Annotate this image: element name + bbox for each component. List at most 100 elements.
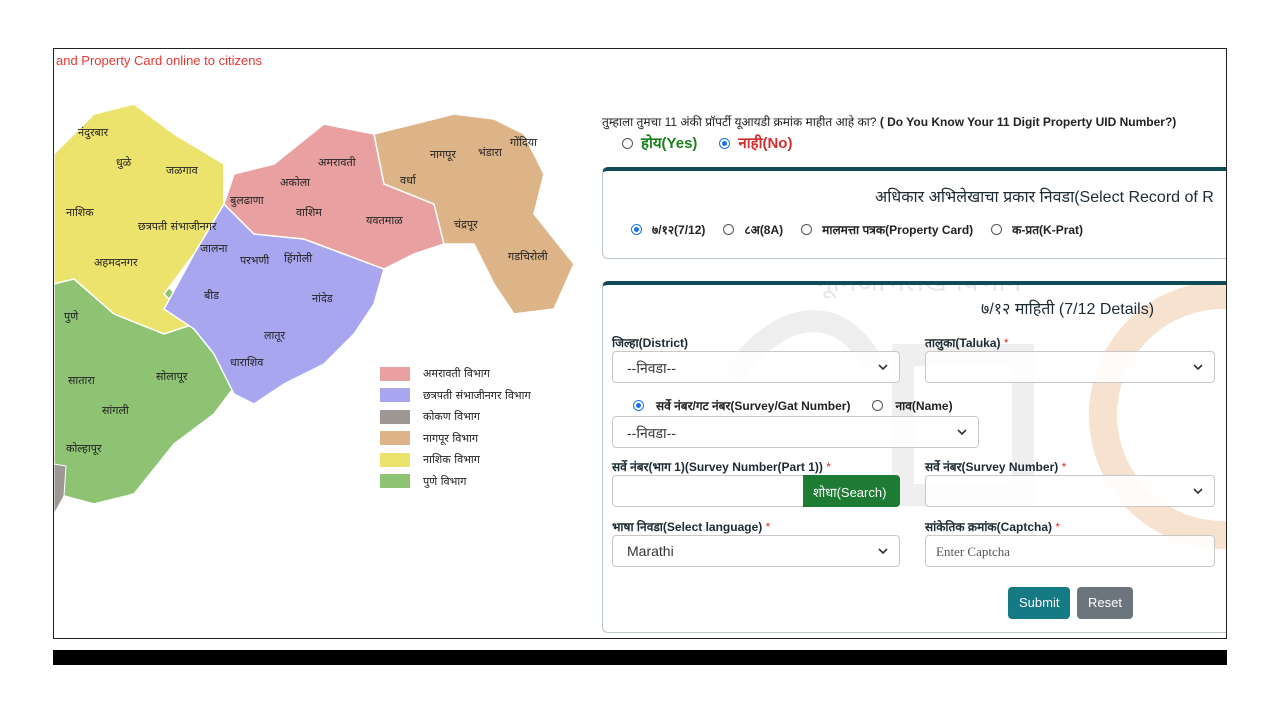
survey-part1-input[interactable]: [612, 475, 804, 507]
village-select[interactable]: --निवडा--: [612, 416, 979, 448]
village-select-value: --निवडा--: [627, 425, 676, 441]
record-option-label[interactable]: क-प्रत(K-Prat): [1012, 221, 1083, 238]
district-label: जळगाव: [166, 164, 199, 177]
legend-swatch: [380, 388, 410, 403]
search-button[interactable]: शोधा(Search): [803, 475, 900, 507]
language-select[interactable]: Marathi: [612, 535, 900, 567]
page-frame: and Property Card online to citizens नंद…: [53, 48, 1227, 639]
district-label: बीड: [204, 289, 219, 302]
record-radio[interactable]: [631, 224, 642, 235]
chevron-down-icon: [1193, 488, 1203, 495]
uid-yes-label[interactable]: होय(Yes): [641, 133, 697, 153]
maharashtra-map: नंदुरबार धुळे जळगाव नाशिक छत्रपती संभाजी…: [54, 94, 584, 564]
uid-question-text-en: ( Do You Know Your 11 Digit Property UID…: [879, 115, 1177, 129]
record-radio[interactable]: [723, 224, 735, 235]
required-mark: *: [1061, 460, 1067, 474]
record-radio[interactable]: [991, 224, 1003, 235]
district-label: कोल्हापूर: [66, 442, 102, 456]
survey-number-label: सर्वे नंबर(Survey Number) *: [925, 458, 1066, 475]
record-option-k-prat[interactable]: क-प्रत(K-Prat): [991, 221, 1083, 238]
chevron-down-icon: [957, 429, 967, 436]
record-option-label[interactable]: ७/१२(7/12): [652, 221, 705, 238]
chevron-down-icon: [1193, 364, 1203, 371]
district-label: वाशिम: [296, 206, 322, 219]
legend-label: कोकण विभाग: [423, 410, 480, 424]
district-label: सांगली: [102, 404, 129, 417]
legend-item: छत्रपती संभाजीनगर विभाग: [380, 385, 531, 407]
required-mark: *: [1055, 520, 1061, 534]
legend-label: पुणे विभाग: [423, 474, 467, 488]
captcha-label-text: सांकेतिक क्रमांक(Captcha): [925, 520, 1052, 534]
chevron-down-icon: [878, 364, 888, 371]
legend-swatch: [380, 409, 410, 424]
legend-item: अमरावती विभाग: [380, 363, 531, 385]
uid-yes-radio[interactable]: [622, 137, 633, 149]
survey-number-label-text: सर्वे नंबर(Survey Number): [925, 460, 1059, 474]
legend-swatch: [380, 474, 410, 489]
district-label: हिंगोली: [284, 252, 312, 265]
name-radio[interactable]: [872, 400, 884, 411]
chevron-down-icon: [878, 548, 888, 555]
legend-item: कोकण विभाग: [380, 406, 531, 428]
legend-label: अमरावती विभाग: [423, 367, 490, 381]
legend-swatch: [380, 431, 410, 446]
legend-label: नागपूर विभाग: [423, 431, 479, 445]
language-select-value: Marathi: [627, 543, 674, 559]
district-label: पुणे: [64, 310, 79, 323]
district-label: नागपूर: [430, 148, 456, 162]
language-label-text: भाषा निवडा(Select language): [612, 520, 763, 534]
district-label: गडचिरोली: [508, 250, 548, 263]
district-label: गोंदिया: [510, 136, 537, 149]
required-mark: *: [1003, 336, 1009, 350]
record-type-panel: अधिकार अभिलेखाचा प्रकार निवडा(Select Rec…: [602, 167, 1226, 259]
legend-item: नागपूर विभाग: [380, 428, 531, 450]
bottom-bar: [53, 650, 1227, 665]
district-select-value: --निवडा--: [627, 360, 676, 376]
district-label: छत्रपती संभाजीनगर: [138, 220, 217, 233]
record-radio[interactable]: [801, 224, 813, 235]
district-label: धुळे: [116, 156, 132, 169]
record-type-options: ७/१२(7/12) ८अ(8A) मालमत्ता पत्रक(Propert…: [631, 221, 1101, 238]
record-option-712[interactable]: ७/१२(7/12): [631, 221, 705, 238]
required-mark: *: [765, 520, 771, 534]
district-label: भंडारा: [478, 146, 502, 159]
uid-question-text: तुम्हाला तुमचा 11 अंकी प्रॉपर्टी यूआयडी …: [602, 115, 877, 129]
name-label[interactable]: नाव(Name): [895, 397, 952, 414]
submit-button[interactable]: Submit: [1008, 587, 1071, 619]
record-option-label[interactable]: ८अ(8A): [744, 221, 783, 238]
district-label: सोलापूर: [156, 370, 188, 384]
record-option-label[interactable]: मालमत्ता पत्रक(Property Card): [822, 221, 973, 238]
legend-label: छत्रपती संभाजीनगर विभाग: [423, 388, 531, 402]
details-panel: भूमिअभिलेख विभाग ७/१२ माहिती (7/12 Detai…: [602, 281, 1226, 633]
captcha-placeholder: Enter Captcha: [936, 544, 1010, 559]
map-legend: अमरावती विभाग छत्रपती संभाजीनगर विभाग को…: [380, 363, 531, 492]
uid-question: तुम्हाला तुमचा 11 अंकी प्रॉपर्टी यूआयडी …: [602, 113, 1176, 130]
survey-gat-label[interactable]: सर्वे नंबर/गट नंबर(Survey/Gat Number): [656, 397, 850, 414]
legend-item: नाशिक विभाग: [380, 449, 531, 471]
legend-swatch: [380, 366, 410, 381]
survey-number-select[interactable]: [925, 475, 1215, 507]
district-label: चंद्रपूर: [454, 218, 478, 232]
record-option-property-card[interactable]: मालमत्ता पत्रक(Property Card): [801, 221, 973, 238]
district-label: अमरावती: [318, 156, 356, 169]
district-label: नांदेड: [312, 292, 333, 305]
required-mark: *: [826, 460, 831, 474]
record-option-8a[interactable]: ८अ(8A): [723, 221, 783, 238]
captcha-input[interactable]: Enter Captcha: [925, 535, 1215, 567]
survey-part1-label: सर्वे नंबर(भाग 1)(Survey Number(Part 1))…: [612, 458, 831, 475]
details-title: ७/१२ माहिती (7/12 Details): [981, 301, 1155, 318]
survey-gat-radio[interactable]: [633, 400, 644, 411]
reset-button[interactable]: Reset: [1077, 587, 1133, 619]
uid-no-radio[interactable]: [719, 137, 731, 149]
uid-options: होय(Yes) नाही(No): [622, 133, 792, 153]
captcha-label: सांकेतिक क्रमांक(Captcha) *: [925, 518, 1060, 535]
district-label: परभणी: [240, 254, 269, 267]
district-select[interactable]: --निवडा--: [612, 351, 900, 383]
district-label: जालना: [200, 242, 228, 255]
uid-no-label[interactable]: नाही(No): [738, 133, 792, 153]
taluka-select[interactable]: [925, 351, 1215, 383]
taluka-label: तालुका(Taluka) *: [925, 334, 1009, 351]
district-label: लातूर: [264, 329, 286, 343]
legend-item: पुणे विभाग: [380, 471, 531, 493]
record-type-title: अधिकार अभिलेखाचा प्रकार निवडा(Select Rec…: [875, 189, 1214, 206]
